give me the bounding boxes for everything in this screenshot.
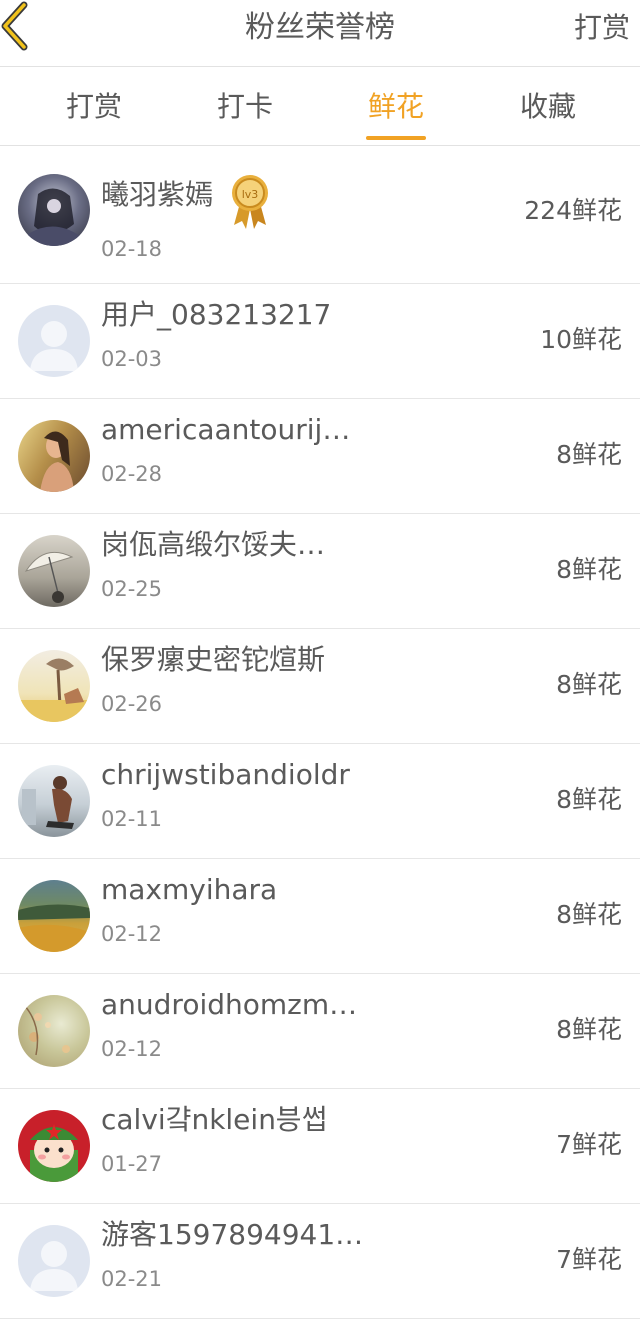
fan-name: 岗佤高缎尔馁夫… bbox=[101, 528, 326, 561]
avatar bbox=[18, 1110, 90, 1182]
fan-date: 02-26 bbox=[101, 692, 163, 716]
fan-name: 游客1597894941… bbox=[101, 1218, 364, 1251]
flower-count: 8鲜花 bbox=[556, 900, 622, 929]
fan-name: calvi걐nklein븡썹 bbox=[101, 1103, 328, 1136]
list-item[interactable]: anudroidhomzm… 02-12 8鲜花 bbox=[0, 974, 640, 1089]
list-item[interactable]: 岗佤高缎尔馁夫… 02-25 8鲜花 bbox=[0, 514, 640, 629]
avatar bbox=[18, 174, 90, 246]
fan-name: chrijwstibandioldr bbox=[101, 758, 350, 791]
flower-count: 7鲜花 bbox=[556, 1130, 622, 1159]
page-title: 粉丝荣誉榜 bbox=[245, 10, 395, 45]
fan-name: maxmyihara bbox=[101, 873, 278, 906]
list-item[interactable]: chrijwstibandioldr 02-11 8鲜花 bbox=[0, 744, 640, 859]
list-item[interactable]: 保罗瘰史密铊煊斯 02-26 8鲜花 bbox=[0, 629, 640, 744]
avatar bbox=[18, 420, 90, 492]
list-item[interactable]: 曦羽紫嫣 lv3 02-18 224鲜花 bbox=[0, 146, 640, 284]
list-item[interactable]: 游客1597894941… 02-21 7鲜花 bbox=[0, 1204, 640, 1319]
fan-name: anudroidhomzm… bbox=[101, 988, 358, 1021]
fan-date: 02-12 bbox=[101, 922, 163, 946]
fan-date: 02-28 bbox=[101, 462, 163, 486]
list-item[interactable]: maxmyihara 02-12 8鲜花 bbox=[0, 859, 640, 974]
default-user-icon bbox=[30, 321, 78, 371]
fan-name: americaantourij… bbox=[101, 413, 351, 446]
flower-count: 8鲜花 bbox=[556, 440, 622, 469]
fan-date: 02-11 bbox=[101, 807, 163, 831]
cartoon-soldier-icon bbox=[30, 1124, 78, 1182]
active-tab-indicator bbox=[366, 136, 426, 140]
avatar bbox=[18, 765, 90, 837]
list-item[interactable]: 用户_083213217 02-03 10鲜花 bbox=[0, 284, 640, 399]
fan-name: 用户_083213217 bbox=[101, 298, 332, 331]
flower-count: 8鲜花 bbox=[556, 1015, 622, 1044]
reward-button[interactable]: 打赏 bbox=[574, 8, 630, 48]
fan-date: 02-18 bbox=[101, 237, 163, 261]
runner-photo-icon bbox=[22, 776, 74, 829]
avatar bbox=[18, 880, 90, 952]
level-text: lv3 bbox=[242, 188, 259, 201]
flower-count: 8鲜花 bbox=[556, 555, 622, 584]
avatar bbox=[18, 305, 90, 377]
fan-name: 保罗瘰史密铊煊斯 bbox=[101, 643, 326, 676]
anime-figure-icon bbox=[28, 188, 80, 246]
tab-flowers[interactable]: 鲜花 bbox=[336, 67, 456, 145]
flower-count: 224鲜花 bbox=[524, 196, 622, 225]
person-photo-icon bbox=[40, 431, 74, 492]
tree-landscape-icon bbox=[18, 658, 90, 722]
fan-date: 02-25 bbox=[101, 577, 163, 601]
fan-date: 02-03 bbox=[101, 347, 163, 371]
default-user-icon bbox=[30, 1241, 78, 1291]
avatar bbox=[18, 1225, 90, 1297]
tab-reward[interactable]: 打赏 bbox=[34, 67, 154, 145]
flower-count: 8鲜花 bbox=[556, 785, 622, 814]
umbrella-icon bbox=[24, 551, 74, 603]
avatar bbox=[18, 650, 90, 722]
fan-date: 02-21 bbox=[101, 1267, 163, 1291]
fan-date: 02-12 bbox=[101, 1037, 163, 1061]
fan-date: 01-27 bbox=[101, 1152, 163, 1176]
avatar bbox=[18, 995, 90, 1067]
tab-favorites[interactable]: 收藏 bbox=[488, 67, 608, 145]
avatar bbox=[18, 535, 90, 607]
flower-count: 8鲜花 bbox=[556, 670, 622, 699]
blossom-photo-icon bbox=[23, 1004, 70, 1056]
tab-bar: 打赏 打卡 鲜花 收藏 bbox=[0, 67, 640, 146]
flower-count: 7鲜花 bbox=[556, 1245, 622, 1274]
list-item[interactable]: calvi걐nklein븡썹 01-27 7鲜花 bbox=[0, 1089, 640, 1204]
fan-ranking-list: 曦羽紫嫣 lv3 02-18 224鲜花 用户_083213217 02-03 … bbox=[0, 146, 640, 1319]
fan-name: 曦羽紫嫣 bbox=[101, 178, 214, 211]
tab-checkin[interactable]: 打卡 bbox=[185, 67, 305, 145]
level-medal-icon: lv3 bbox=[228, 173, 272, 229]
flower-count: 10鲜花 bbox=[540, 325, 622, 354]
list-item[interactable]: americaantourij… 02-28 8鲜花 bbox=[0, 399, 640, 514]
field-photo-icon bbox=[18, 904, 90, 952]
nav-bar: 粉丝荣誉榜 打赏 bbox=[0, 0, 640, 67]
